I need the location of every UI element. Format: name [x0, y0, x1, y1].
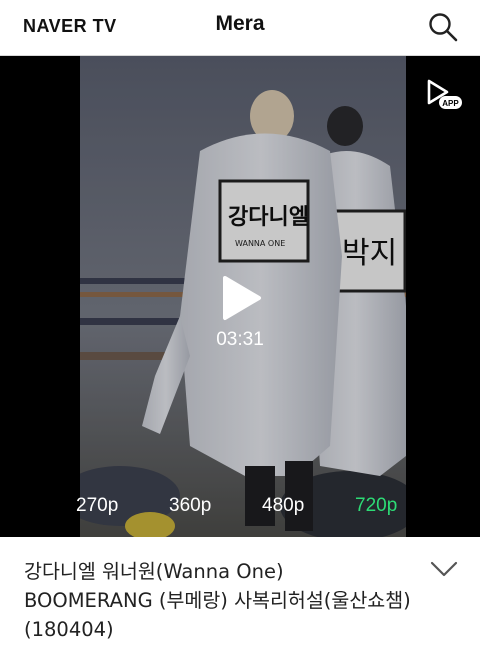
video-info: 강다니엘 워너원(Wanna One) BOOMERANG (부메랑) 사복리허…: [0, 537, 480, 660]
app-badge-label: APP: [442, 99, 459, 108]
open-in-app-icon[interactable]: APP: [424, 75, 464, 115]
chevron-down-icon[interactable]: [430, 560, 458, 578]
search-icon[interactable]: [426, 10, 460, 44]
video-title: 강다니엘 워너원(Wanna One) BOOMERANG (부메랑) 사복리허…: [24, 560, 411, 641]
video-player[interactable]: 박지 강다니엘 WANNA ONE APP 03:31 270p 360p 48…: [0, 56, 480, 537]
quality-option-270p[interactable]: 270p: [76, 495, 118, 517]
play-icon[interactable]: [219, 274, 263, 322]
quality-option-720p[interactable]: 720p: [355, 495, 397, 517]
video-duration: 03:31: [216, 329, 264, 350]
quality-option-360p[interactable]: 360p: [169, 495, 211, 517]
quality-option-480p[interactable]: 480p: [262, 495, 304, 517]
top-bar: NAVER TV Mera: [0, 0, 480, 56]
page-title: Mera: [215, 12, 265, 35]
